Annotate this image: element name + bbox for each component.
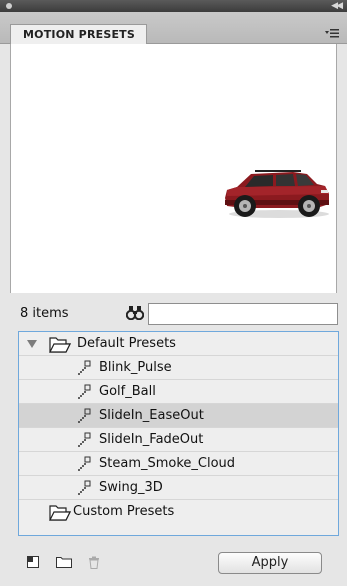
motion-preset-icon [78, 360, 91, 375]
folder-open-icon [49, 505, 71, 521]
collapse-icon[interactable]: ◀◀ [331, 0, 343, 12]
tree-folder-custom-presets[interactable]: Custom Presets [19, 500, 338, 524]
preset-label: SlideIn_EaseOut [99, 408, 204, 423]
tree-folder-default-presets[interactable]: Default Presets [19, 332, 338, 356]
preset-label: Steam_Smoke_Cloud [99, 456, 236, 471]
panel-close-icon[interactable] [6, 3, 12, 9]
preset-label: SlideIn_FadeOut [99, 432, 204, 447]
preset-label: Swing_3D [99, 480, 163, 495]
new-preset-icon[interactable] [27, 556, 39, 568]
panel-titlebar: ◀◀ [0, 0, 347, 12]
tab-strip: MOTION PRESETS [0, 12, 347, 44]
motion-preset-icon [78, 408, 91, 423]
tree-item-golf-ball[interactable]: Golf_Ball [19, 380, 338, 404]
expanded-triangle-icon[interactable] [27, 340, 37, 348]
search-input[interactable] [148, 303, 338, 325]
tree-item-steam-smoke-cloud[interactable]: Steam_Smoke_Cloud [19, 452, 338, 476]
motion-preset-icon [78, 456, 91, 471]
new-folder-icon[interactable] [56, 556, 72, 568]
apply-button[interactable]: Apply [218, 552, 322, 574]
tree-item-swing-3d[interactable]: Swing_3D [19, 476, 338, 500]
folder-label: Default Presets [77, 336, 176, 351]
tree-item-blink-pulse[interactable]: Blink_Pulse [19, 356, 338, 380]
item-count: 8 items [20, 306, 69, 321]
folder-label: Custom Presets [73, 504, 175, 519]
folder-open-icon [49, 337, 71, 353]
motion-preset-icon [78, 384, 91, 399]
car-preview-image [225, 170, 329, 218]
motion-presets-panel: ◀◀ MOTION PRESETS 8 items Default Preset… [0, 0, 347, 586]
preset-label: Blink_Pulse [99, 360, 172, 375]
binoculars-icon [126, 306, 144, 320]
presets-tree: Default Presets Blink_Pulse Golf_Ball Sl… [18, 331, 339, 536]
preset-preview [10, 44, 337, 293]
motion-preset-icon [78, 480, 91, 495]
delete-icon[interactable] [88, 556, 100, 569]
motion-preset-icon [78, 432, 91, 447]
tab-motion-presets[interactable]: MOTION PRESETS [10, 24, 147, 44]
tree-item-slidein-fadeout[interactable]: SlideIn_FadeOut [19, 428, 338, 452]
panel-menu-icon[interactable] [325, 27, 339, 39]
tree-item-slidein-easeout[interactable]: SlideIn_EaseOut [19, 404, 338, 428]
preset-label: Golf_Ball [99, 384, 156, 399]
